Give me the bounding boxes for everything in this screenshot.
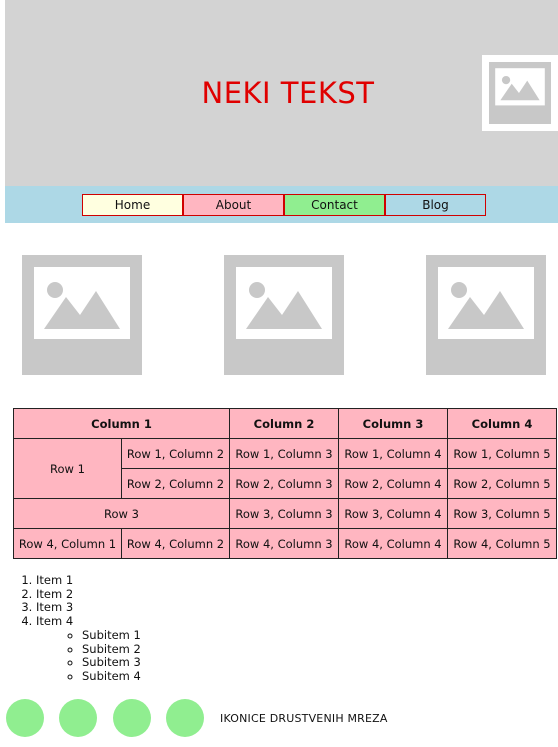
list-item: Item 2 (36, 587, 141, 602)
table-row: Row 1 Row 1, Column 2 Row 1, Column 3 Ro… (13, 438, 557, 499)
table-cell: Row 2, Column 3 (229, 468, 339, 499)
table-row: Row 4, Column 1 Row 4, Column 2 Row 4, C… (13, 528, 557, 559)
table-cell: Row 1, Column 4 (338, 438, 448, 469)
table-header: Column 3 (338, 408, 448, 439)
header: NEKI TEKST (5, 0, 558, 186)
nav-item-home[interactable]: Home (82, 194, 183, 216)
table-cell: Row 1, Column 3 (229, 438, 339, 469)
table-cell: Row 2, Column 2 (121, 468, 230, 499)
image-placeholder-svg (489, 62, 551, 124)
page: NEKI TEKST Home About Contact Blog Colum… (0, 0, 558, 747)
table-cell: Row 3, Column 3 (229, 498, 339, 529)
table-cell: Row 4, Column 3 (229, 528, 339, 559)
sublist-item: Subitem 4 (82, 669, 141, 684)
image-placeholder-icon (482, 55, 558, 131)
table-cell: Row 3 (13, 498, 230, 529)
list-item-label: Item 4 (36, 614, 74, 629)
data-table: Column 1 Column 2 Column 3 Column 4 Row … (13, 408, 557, 559)
table-cell: Row 2, Column 4 (338, 468, 448, 499)
table-header: Column 1 (13, 408, 230, 439)
image-placeholder-svg (224, 255, 344, 375)
table-header: Column 4 (447, 408, 557, 439)
list-item: Item 3 (36, 601, 141, 615)
table-cell: Row 3, Column 5 (447, 498, 557, 529)
table-cell: Row 1, Column 2 (121, 438, 230, 469)
table-header-row: Column 1 Column 2 Column 3 Column 4 (13, 408, 557, 439)
list-area: Item 1 Item 2 Item 3 Item 4 Subitem 1 Su… (22, 573, 141, 684)
nested-list: Subitem 1 Subitem 2 Subitem 3 Subitem 4 (36, 628, 141, 684)
table-cell: Row 1 (13, 438, 122, 499)
image-placeholder-svg (22, 255, 142, 375)
social-icon-2[interactable] (59, 699, 97, 737)
social-label: IKONICE DRUSTVENIH MREZA (220, 712, 388, 725)
image-placeholder-icon (426, 255, 546, 375)
image-placeholder-icon (224, 255, 344, 375)
navbar: Home About Contact Blog (5, 186, 558, 223)
social-icon-3[interactable] (113, 699, 151, 737)
image-placeholder-svg (426, 255, 546, 375)
table-cell: Row 4, Column 5 (447, 528, 557, 559)
list-item: Item 4 Subitem 1 Subitem 2 Subitem 3 Sub… (36, 614, 141, 684)
list-item: Item 1 (36, 573, 141, 588)
table-cell: Row 4, Column 1 (13, 528, 122, 559)
nav-item-about[interactable]: About (183, 194, 284, 216)
nav-item-contact[interactable]: Contact (284, 194, 385, 216)
sublist-item: Subitem 3 (82, 656, 141, 670)
image-placeholder-icon (22, 255, 142, 375)
social-icon-1[interactable] (6, 699, 44, 737)
table-cell: Row 1, Column 5 (447, 438, 557, 469)
sublist-item: Subitem 1 (82, 628, 141, 643)
nav-item-blog[interactable]: Blog (385, 194, 486, 216)
table-header: Column 2 (229, 408, 339, 439)
page-title: NEKI TEKST (201, 76, 375, 110)
table-cell: Row 4, Column 4 (338, 528, 448, 559)
table-cell: Row 3, Column 4 (338, 498, 448, 529)
table-cell: Row 2, Column 5 (447, 468, 557, 499)
ordered-list: Item 1 Item 2 Item 3 Item 4 Subitem 1 Su… (22, 573, 141, 684)
table-row: Row 3 Row 3, Column 3 Row 3, Column 4 Ro… (13, 498, 557, 529)
sublist-item: Subitem 2 (82, 642, 141, 657)
social-icon-4[interactable] (166, 699, 204, 737)
table-cell: Row 4, Column 2 (121, 528, 230, 559)
